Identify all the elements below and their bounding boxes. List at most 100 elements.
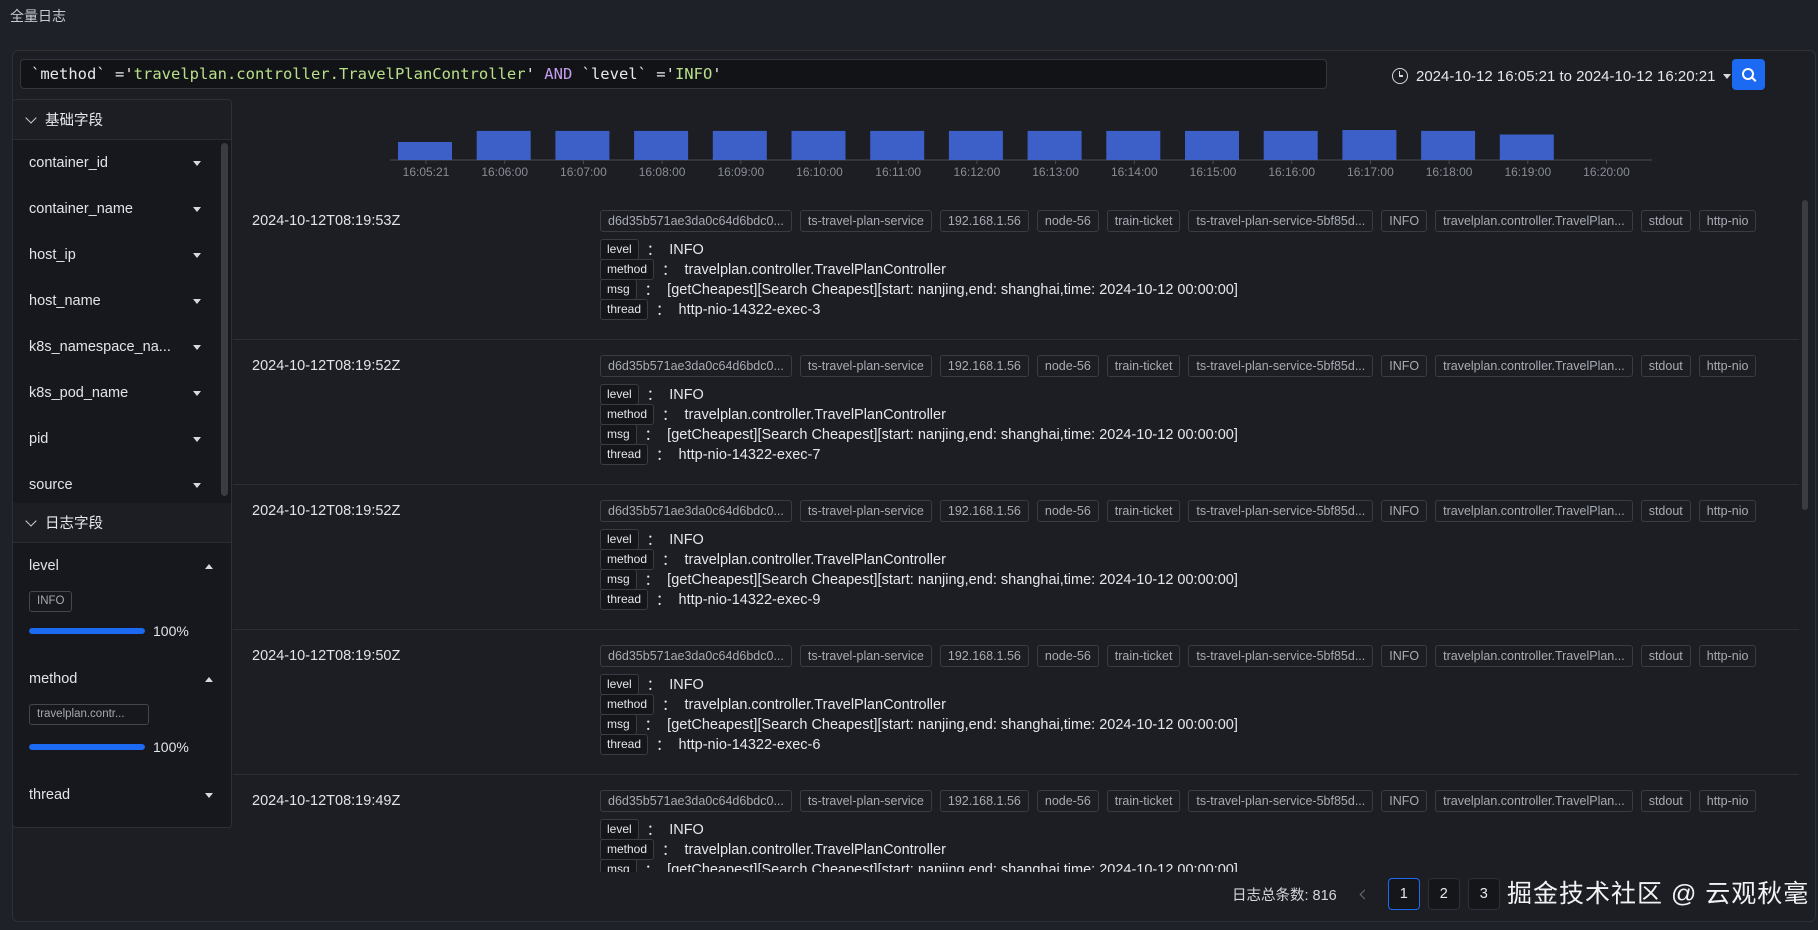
field-value-chip[interactable]: INFO — [29, 591, 73, 612]
log-tag[interactable]: travelplan.controller.TravelPlan... — [1435, 500, 1633, 522]
field-key[interactable]: method — [600, 694, 655, 715]
log-tag[interactable]: d6d35b571ae3da0c64d6bdc0... — [600, 645, 792, 667]
log-tag[interactable]: 192.168.1.56 — [939, 355, 1029, 377]
histogram-bar[interactable] — [1185, 130, 1239, 160]
histogram-bar[interactable] — [1342, 130, 1397, 160]
log-tag[interactable]: http-nio — [1698, 500, 1757, 522]
field-key[interactable]: msg — [600, 424, 637, 445]
field-key[interactable]: level — [600, 819, 639, 840]
basic-field-item[interactable]: host_ip — [13, 232, 231, 278]
field-key[interactable]: method — [600, 839, 655, 860]
log-tag[interactable]: train-ticket — [1106, 210, 1181, 232]
log-tag[interactable]: 192.168.1.56 — [939, 790, 1029, 812]
log-tag[interactable]: d6d35b571ae3da0c64d6bdc0... — [600, 500, 792, 522]
field-value-chip[interactable]: travelplan.contr... — [29, 704, 149, 725]
log-field-level-toggle[interactable]: level — [29, 543, 215, 589]
log-tag[interactable]: INFO — [1381, 500, 1428, 522]
log-tag[interactable]: http-nio — [1698, 645, 1757, 667]
log-tag[interactable]: ts-travel-plan-service-5bf85d... — [1188, 500, 1374, 522]
basic-field-item[interactable]: k8s_namespace_na... — [13, 324, 231, 370]
histogram-bar[interactable] — [398, 142, 452, 160]
basic-field-item[interactable]: container_id — [13, 140, 231, 186]
page-button[interactable]: 2 — [1427, 878, 1460, 910]
basic-field-item[interactable]: source — [13, 462, 231, 503]
log-tag[interactable]: stdout — [1640, 500, 1691, 522]
log-tag[interactable]: ts-travel-plan-service — [799, 210, 932, 232]
field-key[interactable]: thread — [600, 734, 649, 755]
log-tag[interactable]: INFO — [1381, 355, 1428, 377]
log-tag[interactable]: INFO — [1381, 790, 1428, 812]
log-tag[interactable]: train-ticket — [1106, 355, 1181, 377]
log-tag[interactable]: stdout — [1640, 210, 1691, 232]
field-key[interactable]: method — [600, 404, 655, 425]
basic-field-item[interactable]: host_name — [13, 278, 231, 324]
log-tag[interactable]: http-nio — [1698, 355, 1757, 377]
histogram-bar[interactable] — [476, 130, 531, 160]
histogram-bar[interactable] — [948, 130, 1003, 160]
field-key[interactable]: msg — [600, 859, 637, 872]
log-tag[interactable]: travelplan.controller.TravelPlan... — [1435, 210, 1633, 232]
basic-field-item[interactable]: container_name — [13, 186, 231, 232]
log-tag[interactable]: ts-travel-plan-service-5bf85d... — [1188, 645, 1374, 667]
histogram-bar[interactable] — [1421, 130, 1476, 160]
histogram-bar[interactable] — [1106, 130, 1161, 160]
basic-field-item[interactable]: pid — [13, 416, 231, 462]
field-key[interactable]: msg — [600, 279, 637, 300]
log-tag[interactable]: INFO — [1381, 645, 1428, 667]
log-fields-header[interactable]: 日志字段 — [13, 503, 231, 543]
histogram-bar[interactable] — [1499, 134, 1554, 161]
log-list-scrollbar[interactable] — [1802, 200, 1808, 510]
log-tag[interactable]: train-ticket — [1106, 500, 1181, 522]
log-tag[interactable]: travelplan.controller.TravelPlan... — [1435, 790, 1633, 812]
log-tag[interactable]: 192.168.1.56 — [939, 500, 1029, 522]
log-tag[interactable]: stdout — [1640, 790, 1691, 812]
histogram-bar[interactable] — [555, 130, 610, 160]
log-tag[interactable]: node-56 — [1036, 790, 1099, 812]
histogram-bar[interactable] — [1263, 130, 1318, 160]
log-tag[interactable]: ts-travel-plan-service-5bf85d... — [1188, 790, 1374, 812]
query-input[interactable]: `method` ='travelplan.controller.TravelP… — [20, 59, 1327, 89]
log-tag[interactable]: ts-travel-plan-service — [799, 500, 932, 522]
log-field-method-toggle[interactable]: method — [29, 656, 215, 702]
field-key[interactable]: level — [600, 384, 639, 405]
page-button[interactable]: 1 — [1387, 878, 1420, 910]
field-key[interactable]: msg — [600, 714, 637, 735]
log-tag[interactable]: 192.168.1.56 — [939, 645, 1029, 667]
field-key[interactable]: level — [600, 674, 639, 695]
log-tag[interactable]: 192.168.1.56 — [939, 210, 1029, 232]
log-tag[interactable]: node-56 — [1036, 355, 1099, 377]
log-tag[interactable]: ts-travel-plan-service-5bf85d... — [1188, 210, 1374, 232]
time-range-picker[interactable]: 2024-10-12 16:05:21 to 2024-10-12 16:20:… — [1392, 64, 1732, 88]
field-key[interactable]: thread — [600, 299, 649, 320]
histogram-bar[interactable] — [870, 130, 925, 160]
log-tag[interactable]: train-ticket — [1106, 645, 1181, 667]
log-tag[interactable]: node-56 — [1036, 645, 1099, 667]
histogram-bar[interactable] — [1027, 130, 1082, 160]
page-button[interactable]: 3 — [1467, 878, 1500, 910]
log-tag[interactable]: d6d35b571ae3da0c64d6bdc0... — [600, 355, 792, 377]
log-tag[interactable]: stdout — [1640, 645, 1691, 667]
field-key[interactable]: msg — [600, 569, 637, 590]
log-tag[interactable]: train-ticket — [1106, 790, 1181, 812]
log-tag[interactable]: ts-travel-plan-service-5bf85d... — [1188, 355, 1374, 377]
histogram-bar[interactable] — [712, 130, 767, 160]
log-tag[interactable]: travelplan.controller.TravelPlan... — [1435, 355, 1633, 377]
search-button[interactable] — [1732, 59, 1765, 90]
field-key[interactable]: method — [600, 259, 655, 280]
field-key[interactable]: method — [600, 549, 655, 570]
log-tag[interactable]: ts-travel-plan-service — [799, 790, 932, 812]
histogram-bar[interactable] — [634, 130, 689, 160]
histogram-bar[interactable] — [791, 130, 846, 160]
field-key[interactable]: thread — [600, 589, 649, 610]
chevron-left-icon[interactable] — [1359, 889, 1370, 899]
log-tag[interactable]: ts-travel-plan-service — [799, 645, 932, 667]
basic-field-item[interactable]: k8s_pod_name — [13, 370, 231, 416]
log-tag[interactable]: stdout — [1640, 355, 1691, 377]
log-tag[interactable]: d6d35b571ae3da0c64d6bdc0... — [600, 210, 792, 232]
log-tag[interactable]: node-56 — [1036, 500, 1099, 522]
log-tag[interactable]: node-56 — [1036, 210, 1099, 232]
log-field-thread-toggle[interactable]: thread — [29, 772, 215, 818]
field-key[interactable]: level — [600, 239, 639, 260]
basic-fields-header[interactable]: 基础字段 — [13, 100, 231, 140]
log-tag[interactable]: INFO — [1381, 210, 1428, 232]
